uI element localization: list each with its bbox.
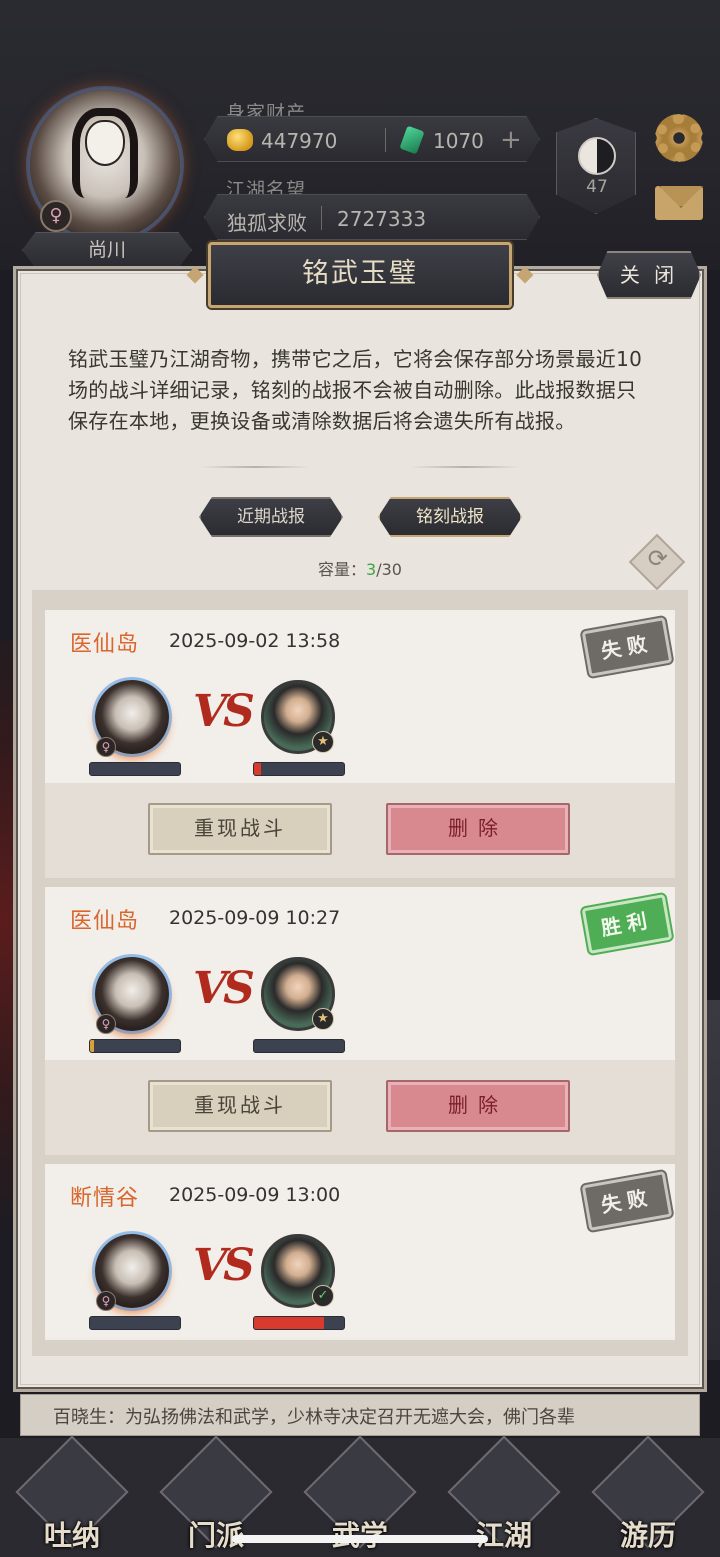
close-button[interactable]: 关 闭 [597, 251, 701, 299]
news-text: 百晓生：为弘扬佛法和武学，少林寺决定召开无遮大会，佛门各辈 [53, 1407, 575, 1428]
battle-card: 断情谷 2025-09-09 13:00 失败 ♀ VS ✓ [45, 1164, 675, 1340]
nav-label: 门派 [187, 1519, 244, 1552]
battle-location: 医仙岛 [70, 909, 140, 934]
fame-value: 2727333 [337, 207, 427, 231]
nav-item-tuna[interactable]: 吐纳 [15, 1435, 129, 1552]
nav-item-travel[interactable]: 游历 [591, 1435, 705, 1552]
jade-icon [399, 125, 425, 155]
my-hp-bar [89, 1039, 181, 1053]
battle-location: 医仙岛 [70, 632, 140, 657]
my-portrait: ♀ [95, 1234, 169, 1311]
fame-title: 独孤求败 [227, 211, 307, 235]
tab-recent-reports[interactable]: 近期战报 [199, 497, 343, 537]
capacity-label: 容量： [318, 560, 367, 579]
add-currency-button[interactable]: + [500, 127, 522, 153]
my-portrait: ♀ [95, 957, 169, 1034]
dialog-description: 铭武玉璧乃江湖奇物，携带它之后，它将会保存部分场景最近10场的战斗详细记录，铭刻… [68, 347, 643, 433]
female-icon: ♀ [96, 1291, 116, 1311]
divider [200, 466, 310, 468]
battle-time: 2025-09-02 13:58 [169, 630, 341, 652]
mail-icon[interactable] [655, 186, 703, 220]
replay-battle-button[interactable]: 重现战斗 [148, 803, 332, 855]
jade-amount: 1070 [433, 129, 484, 153]
enemy-hp-bar [253, 1316, 345, 1330]
gear-icon[interactable] [655, 114, 703, 162]
delete-button[interactable]: 删除 [386, 1080, 570, 1132]
vs-label: VS [193, 1240, 255, 1291]
gold-ingot-icon [227, 129, 253, 151]
capacity-indicator: 容量：3/30 [0, 556, 720, 580]
enemy-hp-bar [253, 1039, 345, 1053]
nav-label: 武学 [310, 1514, 410, 1554]
fame-bar: 独孤求败 2727333 [204, 194, 540, 240]
enemy-hp-bar [253, 762, 345, 776]
level-number: 47 [586, 177, 608, 197]
delete-button[interactable]: 删除 [386, 803, 570, 855]
battle-time: 2025-09-09 10:27 [169, 907, 341, 929]
player-name: 尚川 [22, 232, 192, 268]
replay-battle-button[interactable]: 重现战斗 [148, 1080, 332, 1132]
news-ticker: 百晓生：为弘扬佛法和武学，少林寺决定召开无遮大会，佛门各辈 [20, 1394, 700, 1436]
battle-card: 重现战斗 删除 医仙岛 2025-09-09 10:27 胜利 ♀ VS ★ [45, 887, 675, 1155]
female-icon: ♀ [96, 1014, 116, 1034]
dialog-title: 铭武玉璧 [208, 242, 512, 308]
vs-label: VS [193, 963, 255, 1014]
female-icon: ♀ [96, 737, 116, 757]
home-indicator[interactable] [232, 1535, 488, 1543]
enemy-portrait: ✓ [261, 1234, 335, 1308]
nav-label: 江湖 [475, 1519, 532, 1552]
enemy-portrait: ★ [261, 957, 335, 1031]
battle-report-list[interactable]: 重现战斗 删除 医仙岛 2025-09-02 13:58 失败 ♀ VS ★ 重… [32, 590, 688, 1356]
female-icon: ♀ [40, 200, 72, 232]
divider [410, 466, 520, 468]
battle-location: 断情谷 [70, 1186, 140, 1211]
rank-badge-icon: ★ [312, 731, 334, 753]
nav-label: 吐纳 [43, 1519, 100, 1552]
tab-engraved-reports[interactable]: 铭刻战报 [378, 497, 522, 537]
capacity-used: 3 [366, 560, 377, 579]
coin-amount: 447970 [261, 129, 338, 153]
vs-label: VS [193, 686, 255, 737]
nav-label: 游历 [619, 1519, 676, 1552]
my-hp-bar [89, 762, 181, 776]
level-badge[interactable]: 47 [556, 118, 636, 214]
battle-time: 2025-09-09 13:00 [169, 1184, 341, 1206]
wealth-bar: 447970 1070 + [204, 116, 540, 162]
taiji-icon [578, 137, 616, 175]
my-hp-bar [89, 1316, 181, 1330]
my-portrait: ♀ [95, 680, 169, 757]
rank-badge-icon: ✓ [312, 1285, 334, 1307]
battle-card: 重现战斗 删除 医仙岛 2025-09-02 13:58 失败 ♀ VS ★ [45, 610, 675, 878]
capacity-total: /30 [376, 560, 402, 579]
rank-badge-icon: ★ [312, 1008, 334, 1030]
enemy-portrait: ★ [261, 680, 335, 754]
